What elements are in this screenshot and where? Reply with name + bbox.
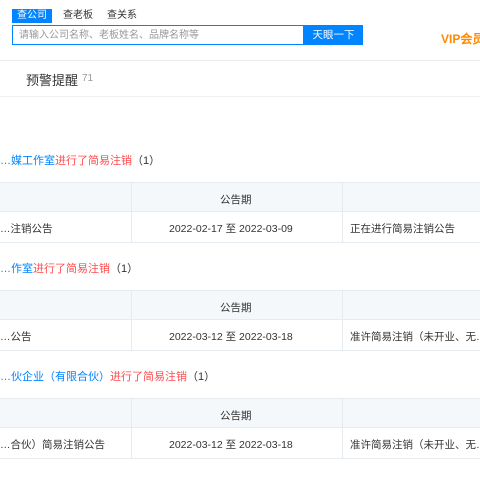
table-row: …注销公告 2022-02-17 至 2022-03-09 正在进行简易注销公告 <box>0 212 480 243</box>
header-period: 公告期 <box>220 302 252 314</box>
company-link[interactable]: …伙企业（有限合伙） <box>0 371 110 383</box>
table-header: 公告期 <box>0 290 480 320</box>
cell-status: 正在进行简易注销公告 <box>350 223 455 235</box>
table-header: 公告期 <box>0 182 480 212</box>
column-divider <box>131 212 132 242</box>
entry-title: …作室进行了简易注销（1） <box>0 260 138 276</box>
table-row: …合伙）简易注销公告 2022-03-12 至 2022-03-18 准许简易注… <box>0 428 480 459</box>
header-period: 公告期 <box>220 194 252 206</box>
column-divider <box>131 320 132 350</box>
warning-bar: 预警提醒 71 <box>0 60 480 97</box>
entry-count: （1） <box>132 155 161 167</box>
column-divider <box>342 428 343 458</box>
cell-name: …注销公告 <box>0 223 53 235</box>
entry-action: 进行了简易注销 <box>33 263 110 275</box>
cell-status: 准许简易注销（未开业、无… <box>350 331 480 343</box>
column-divider <box>131 183 132 211</box>
column-divider <box>342 212 343 242</box>
entry-action: 进行了简易注销 <box>110 371 187 383</box>
warning-title: 预警提醒 <box>26 73 79 88</box>
cell-name: …合伙）简易注销公告 <box>0 439 105 451</box>
tab-company[interactable]: 查公司 <box>12 9 52 23</box>
entry-count: （1） <box>187 371 216 383</box>
search-button[interactable]: 天眼一下 <box>304 25 363 45</box>
search-input[interactable] <box>12 25 304 45</box>
header-period: 公告期 <box>220 410 252 422</box>
entry-count: （1） <box>110 263 139 275</box>
tab-boss[interactable]: 查老板 <box>60 9 96 23</box>
cell-period: 2022-03-12 至 2022-03-18 <box>169 331 293 343</box>
column-divider <box>342 399 343 427</box>
company-link[interactable]: …媒工作室 <box>0 155 55 167</box>
cell-period: 2022-02-17 至 2022-03-09 <box>169 223 293 235</box>
company-link[interactable]: …作室 <box>0 263 33 275</box>
entry-title: …伙企业（有限合伙）进行了简易注销（1） <box>0 368 215 384</box>
table-header: 公告期 <box>0 398 480 428</box>
column-divider <box>342 183 343 211</box>
tab-relation[interactable]: 查关系 <box>104 9 140 23</box>
search-type-tabs: 查公司 查老板 查关系 <box>12 9 140 23</box>
column-divider <box>342 291 343 319</box>
column-divider <box>131 291 132 319</box>
column-divider <box>131 428 132 458</box>
column-divider <box>131 399 132 427</box>
table-row: …公告 2022-03-12 至 2022-03-18 准许简易注销（未开业、无… <box>0 320 480 351</box>
column-divider <box>342 320 343 350</box>
top-header: 查公司 查老板 查关系 天眼一下 VIP会员 <box>0 0 480 61</box>
cell-status: 准许简易注销（未开业、无… <box>350 439 480 451</box>
entry-title: …媒工作室进行了简易注销（1） <box>0 152 160 168</box>
warning-count: 71 <box>82 73 94 84</box>
vip-link[interactable]: VIP会员 <box>441 30 480 47</box>
cell-name: …公告 <box>0 331 32 343</box>
entry-action: 进行了简易注销 <box>55 155 132 167</box>
cell-period: 2022-03-12 至 2022-03-18 <box>169 439 293 451</box>
